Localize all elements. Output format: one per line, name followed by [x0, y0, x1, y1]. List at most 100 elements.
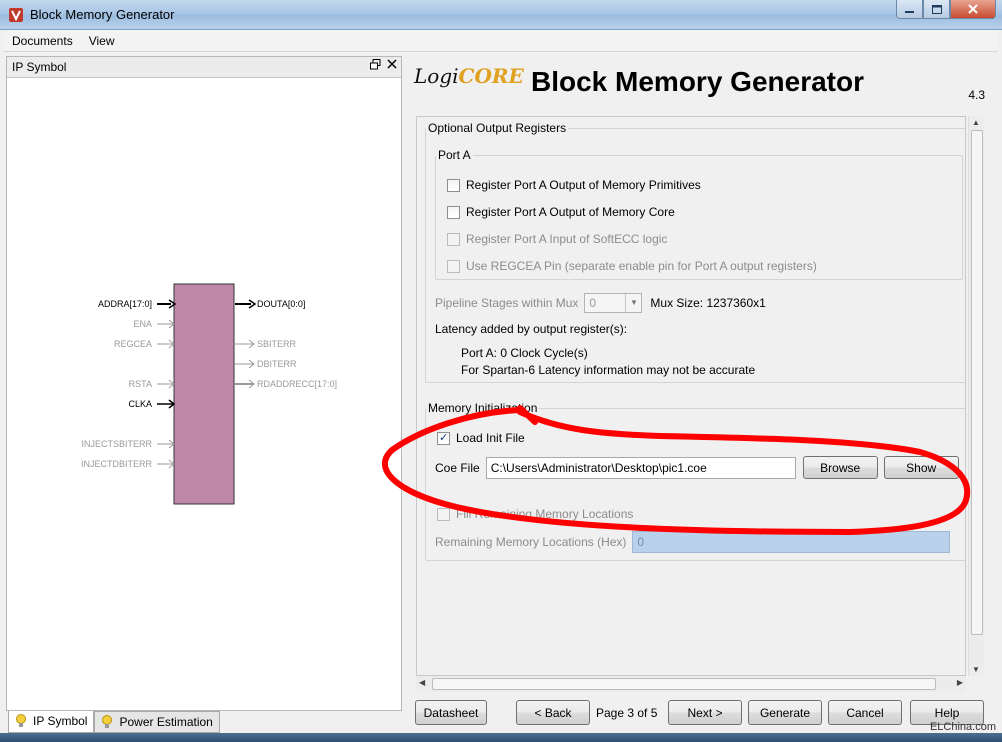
load-init-label: Load Init File — [456, 431, 525, 445]
pin-label-dbiterr: DBITERR — [257, 359, 297, 369]
close-panel-icon[interactable] — [387, 59, 397, 69]
optional-output-registers-legend: Optional Output Registers — [428, 121, 567, 135]
horizontal-scroll-thumb[interactable] — [432, 678, 936, 690]
show-button[interactable]: Show — [883, 456, 959, 479]
register-primitives-label: Register Port A Output of Memory Primiti… — [466, 178, 701, 192]
regcea-pin-label: Use REGCEA Pin (separate enable pin for … — [466, 259, 817, 273]
cancel-button[interactable]: Cancel — [828, 700, 902, 725]
ip-symbol-panel-title: IP Symbol — [12, 60, 67, 74]
load-init-checkbox[interactable] — [437, 431, 450, 445]
bulb-icon — [102, 715, 113, 728]
register-core-checkbox[interactable] — [447, 205, 460, 219]
pin-clka: CLKA — [128, 399, 176, 409]
latency-note-row: For Spartan-6 Latency information may no… — [461, 363, 755, 377]
minimize-button[interactable] — [896, 0, 923, 19]
maximize-button[interactable] — [923, 0, 950, 19]
options-scroll-area: Optional Output Registers Port A Registe… — [416, 116, 966, 676]
vertical-scroll-thumb[interactable] — [971, 130, 983, 635]
register-softecc-checkbox — [447, 232, 460, 246]
opt-regcea-pin: Use REGCEA Pin (separate enable pin for … — [447, 259, 817, 273]
pin-ena: ENA — [133, 319, 175, 329]
pin-label-ena: ENA — [133, 319, 152, 329]
scroll-right-icon[interactable]: ▶ — [957, 678, 963, 687]
pin-regcea: REGCEA — [114, 339, 175, 349]
pin-label-rdaddrecc: RDADDRECC[17:0] — [257, 379, 337, 389]
pin-label-injectdbiterr: INJECTDBITERR — [81, 459, 153, 469]
pipeline-stages-label: Pipeline Stages within Mux — [435, 296, 579, 310]
fill-remaining-checkbox — [437, 507, 450, 521]
scroll-up-icon[interactable]: ▲ — [972, 118, 980, 127]
generate-button[interactable]: Generate — [748, 700, 822, 725]
register-softecc-label: Register Port A Input of SoftECC logic — [466, 232, 668, 246]
maximize-icon — [931, 4, 942, 14]
pin-dbiterr: DBITERR — [235, 359, 297, 369]
load-init-row[interactable]: Load Init File — [437, 431, 525, 445]
tab-power-estimation[interactable]: Power Estimation — [94, 711, 220, 733]
window-title: Block Memory Generator — [30, 7, 175, 22]
pin-label-injectsbiterr: INJECTSBITERR — [81, 439, 152, 449]
register-primitives-checkbox[interactable] — [447, 178, 460, 192]
wizard-button-bar: Datasheet < Back Page 3 of 5 Next > Gene… — [404, 700, 1000, 730]
bulb-icon — [16, 714, 26, 727]
pin-label-rsta: RSTA — [129, 379, 152, 389]
ip-block — [173, 283, 235, 505]
pin-label-clka: CLKA — [128, 399, 152, 409]
port-a-legend: Port A — [438, 148, 471, 162]
horizontal-scrollbar[interactable]: ◀ ▶ — [416, 676, 966, 692]
taskbar — [0, 733, 1002, 742]
pin-label-douta: DOUTA[0:0] — [257, 299, 305, 309]
watermark: ELChina.com — [929, 721, 996, 733]
fill-remaining-row: Fill Remaining Memory Locations — [437, 507, 633, 521]
regcea-pin-checkbox — [447, 259, 460, 273]
back-button[interactable]: < Back — [516, 700, 590, 725]
latency-label-row: Latency added by output register(s): — [435, 322, 627, 336]
menu-view[interactable]: View — [81, 34, 123, 48]
menu-documents[interactable]: Documents — [4, 34, 81, 48]
pin-label-sbiterr: SBITERR — [257, 339, 297, 349]
opt-register-primitives[interactable]: Register Port A Output of Memory Primiti… — [447, 178, 701, 192]
latency-port-a: Port A: 0 Clock Cycle(s) — [461, 346, 588, 360]
title-bar: Block Memory Generator — [0, 0, 1002, 30]
next-button[interactable]: Next > — [668, 700, 742, 725]
coe-file-label: Coe File — [435, 460, 480, 475]
pipeline-stages-select: 0 ▼ — [584, 293, 643, 313]
remaining-locations-row: Remaining Memory Locations (Hex) 0 — [435, 531, 951, 553]
pin-injectsbiterr: INJECTSBITERR — [81, 439, 175, 449]
ip-symbol-diagram: ADDRA[17:0] ENA REGCEA RSTA CLKA INJECTS… — [81, 283, 337, 505]
coe-file-input[interactable]: C:\Users\Administrator\Desktop\pic1.coe — [485, 456, 796, 479]
logicore-logo: LogiCORE — [414, 64, 524, 88]
fill-remaining-label: Fill Remaining Memory Locations — [456, 507, 634, 521]
opt-register-core[interactable]: Register Port A Output of Memory Core — [447, 205, 675, 219]
pin-rdaddrecc: RDADDRECC[17:0] — [235, 379, 337, 389]
close-button[interactable] — [950, 0, 996, 19]
pin-sbiterr: SBITERR — [235, 339, 297, 349]
datasheet-button[interactable]: Datasheet — [415, 700, 487, 725]
tab-ip-symbol-label: IP Symbol — [33, 714, 88, 728]
browse-button[interactable]: Browse — [802, 456, 878, 479]
restore-panel-icon[interactable] — [370, 59, 381, 70]
pipeline-stages-row: Pipeline Stages within Mux 0 ▼ Mux Size:… — [435, 293, 766, 313]
tab-power-estimation-label: Power Estimation — [119, 715, 213, 729]
app-icon — [9, 8, 23, 22]
remaining-locations-label: Remaining Memory Locations (Hex) — [435, 535, 627, 549]
pin-douta: DOUTA[0:0] — [235, 299, 305, 309]
pin-injectdbiterr: INJECTDBITERR — [81, 459, 175, 469]
pin-addra: ADDRA[17:0] — [98, 299, 177, 309]
mux-size-label: Mux Size: 1237360x1 — [650, 296, 766, 310]
pin-rsta: RSTA — [129, 379, 175, 389]
pin-label-regcea: REGCEA — [114, 339, 152, 349]
opt-register-softecc: Register Port A Input of SoftECC logic — [447, 232, 667, 246]
minimize-icon — [905, 10, 914, 13]
config-panel: LogiCORE Block Memory Generator 4.3 Opti… — [404, 56, 1000, 738]
scroll-left-icon[interactable]: ◀ — [419, 678, 425, 687]
scroll-down-icon[interactable]: ▼ — [972, 665, 980, 674]
memory-init-legend: Memory Initialization — [428, 401, 538, 415]
menu-bar: Documents View — [4, 30, 998, 52]
vertical-scrollbar[interactable]: ▲ ▼ — [968, 116, 984, 676]
tab-ip-symbol[interactable]: IP Symbol — [8, 711, 95, 733]
latency-label: Latency added by output register(s): — [435, 322, 628, 336]
close-icon — [968, 4, 978, 14]
pin-label-addra: ADDRA[17:0] — [98, 299, 152, 309]
register-core-label: Register Port A Output of Memory Core — [466, 205, 675, 219]
ip-symbol-panel-header: IP Symbol — [7, 57, 401, 78]
